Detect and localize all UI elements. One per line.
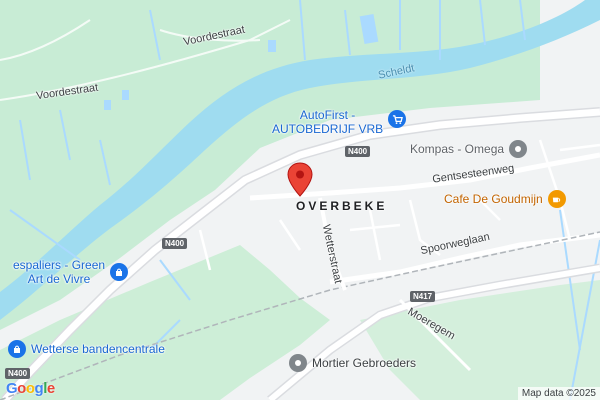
poi-name-line2: AUTOBEDRIJF VRB [272, 122, 384, 136]
map-attribution[interactable]: Map data ©2025 [517, 387, 600, 400]
poi-wetterse-bandencentrale[interactable]: Wetterse bandencentrale [8, 340, 165, 358]
poi-autofirst[interactable]: AutoFirst - AUTOBEDRIJF VRB [272, 108, 407, 136]
generic-pin-icon [509, 140, 528, 158]
shopping-cart-icon [388, 110, 407, 128]
shopping-bag-icon [110, 263, 129, 281]
pond [122, 90, 129, 100]
coffee-cup-icon [547, 190, 566, 208]
logo-letter: o [17, 380, 26, 397]
logo-letter: g [34, 380, 44, 397]
place-label-overbeke: OVERBEKE [296, 199, 388, 213]
google-logo[interactable]: Google [6, 380, 55, 397]
logo-letter: e [46, 380, 55, 397]
poi-name: Mortier Gebroeders [312, 356, 417, 370]
logo-letter: o [25, 380, 35, 397]
pond [268, 40, 276, 52]
pond [104, 100, 111, 110]
poi-mortier-gebroeders[interactable]: Mortier Gebroeders [289, 354, 416, 372]
poi-cafe-de-goudmijn[interactable]: Cafe De Goudmijn [444, 190, 566, 208]
poi-label: AutoFirst - AUTOBEDRIJF VRB [272, 108, 383, 136]
poi-name: Kompas - Omega [410, 142, 505, 156]
poi-name-line2: Art de Vivre [27, 272, 91, 286]
location-marker-icon[interactable] [286, 162, 314, 198]
shopping-bag-icon [8, 340, 26, 358]
road-shield-n417: N417 [410, 291, 436, 302]
poi-kompas-omega[interactable]: Kompas - Omega [410, 140, 528, 158]
road-shield-n400: N400 [345, 146, 371, 157]
map-canvas[interactable]: Scheldt Voordestraat Voordestraat Gentse… [0, 0, 600, 400]
poi-name: Wetterse bandencentrale [31, 342, 165, 356]
poi-name-line1: AutoFirst - [299, 108, 356, 122]
logo-letter: G [6, 380, 18, 397]
poi-espaliers[interactable]: espaliers - Green Art de Vivre [13, 258, 129, 286]
road-shield-n400: N400 [5, 368, 31, 379]
poi-label: espaliers - Green Art de Vivre [13, 258, 105, 286]
road-shield-n400: N400 [162, 238, 188, 249]
poi-name-line1: espaliers - Green [13, 258, 106, 272]
poi-name: Cafe De Goudmijn [444, 192, 543, 206]
generic-pin-icon [289, 354, 307, 372]
